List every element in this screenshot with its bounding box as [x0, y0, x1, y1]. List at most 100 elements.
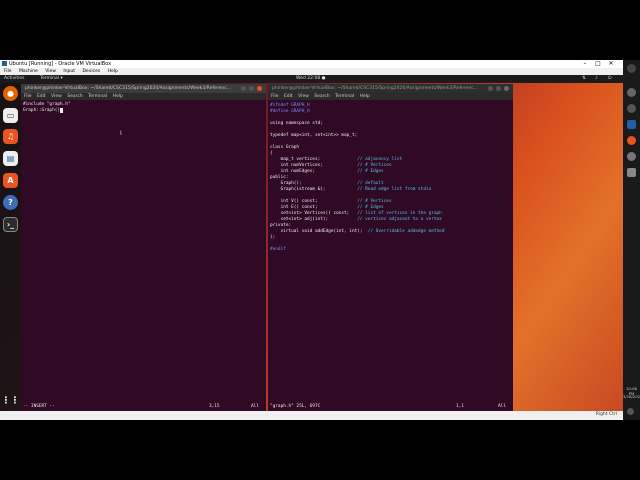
- search-icon[interactable]: [627, 88, 636, 97]
- power-icon[interactable]: ⏻: [608, 75, 612, 83]
- left-terminal-minimize-icon[interactable]: [241, 86, 246, 91]
- left-terminal-titlebar[interactable]: phinker@phinker-VirtualBox: ~/Shared/CSC…: [21, 84, 266, 93]
- right-menu-file[interactable]: File: [271, 94, 279, 99]
- code-comment: // # Edges: [357, 205, 384, 210]
- vbox-menu-machine[interactable]: Machine: [19, 69, 38, 74]
- right-terminal-close-icon[interactable]: [504, 86, 509, 91]
- code-comment: // # Vertices: [357, 199, 392, 204]
- libreoffice-writer-icon[interactable]: ▤: [3, 151, 18, 166]
- right-editor-buffer[interactable]: #ifndef GRAPH_H #define GRAPH_H using nam…: [270, 103, 444, 253]
- code-text: set<int> Vertices() const;: [270, 211, 358, 216]
- code-text: int E() const;: [270, 205, 358, 210]
- right-vim-cursor-position: 1,1: [456, 404, 464, 409]
- text-cursor: [60, 108, 63, 113]
- code-text: #endif: [270, 247, 286, 252]
- code-text: };: [270, 235, 276, 240]
- vbox-menu-view[interactable]: View: [45, 69, 56, 74]
- right-menu-terminal[interactable]: Terminal: [335, 94, 354, 99]
- code-text: {: [270, 151, 273, 156]
- task-view-icon[interactable]: [627, 104, 636, 113]
- activities-button[interactable]: Activities: [4, 75, 25, 83]
- mouse-cursor-icon: I: [120, 130, 122, 137]
- maximize-icon[interactable]: □: [593, 60, 603, 68]
- ubuntu-dock: ● ▭ ♫ ▤ A ? ›_ ⋮⋮: [0, 83, 21, 411]
- code-text: Graph();: [270, 181, 358, 186]
- left-menu-search[interactable]: Search: [67, 94, 82, 99]
- chrome-taskbar-icon[interactable]: [627, 136, 636, 145]
- code-text: public:: [270, 175, 289, 180]
- windows-start-icon[interactable]: [627, 64, 636, 73]
- explorer-taskbar-icon[interactable]: [627, 168, 636, 177]
- vbox-menu-input[interactable]: Input: [63, 69, 75, 74]
- code-text: Graph(istream &);: [270, 187, 358, 192]
- right-menu-view[interactable]: View: [298, 94, 309, 99]
- code-text: typedef map<int, set<int>> map_t;: [270, 133, 358, 138]
- left-terminal-title: phinker@phinker-VirtualBox: ~/Shared/CSC…: [25, 86, 231, 91]
- help-icon[interactable]: ?: [3, 195, 18, 210]
- code-comment: // vertices adjacent to a vertex: [357, 217, 442, 222]
- code-text: class Graph: [270, 145, 300, 150]
- left-menu-view[interactable]: View: [51, 94, 62, 99]
- close-icon[interactable]: ✕: [606, 60, 616, 68]
- left-menu-terminal[interactable]: Terminal: [88, 94, 107, 99]
- app-menu-terminal[interactable]: Terminal ▾: [40, 75, 63, 83]
- code-comment: // # Edges: [357, 169, 384, 174]
- vbox-menu-help[interactable]: Help: [108, 69, 118, 74]
- code-comment: // # Vertices: [357, 163, 392, 168]
- right-terminal-minimize-icon[interactable]: [488, 86, 493, 91]
- left-vim-scroll-status: All: [251, 404, 259, 409]
- code-text: #ifndef GRAPH_H: [270, 103, 310, 108]
- code-comment: // Read edge list from stdin: [357, 187, 432, 192]
- code-comment: // default: [357, 181, 384, 186]
- firefox-icon[interactable]: ●: [3, 86, 18, 101]
- files-icon[interactable]: ▭: [3, 108, 18, 123]
- vbox-statusbar: Right Ctrl: [0, 411, 623, 420]
- minimize-icon[interactable]: –: [580, 60, 590, 68]
- code-text: int V() const;: [270, 199, 358, 204]
- right-vim-scroll-status: All: [498, 404, 506, 409]
- left-terminal-menubar: File Edit View Search Terminal Help: [21, 93, 266, 100]
- left-terminal-close-icon[interactable]: [257, 86, 262, 91]
- right-terminal-title: phinker@phinker-VirtualBox: ~/Shared/CSC…: [272, 86, 478, 91]
- right-menu-search[interactable]: Search: [314, 94, 329, 99]
- left-menu-file[interactable]: File: [24, 94, 32, 99]
- editor-line-text: Graph::Graph(): [23, 108, 61, 113]
- vbox-titlebar: Ubuntu [Running] - Oracle VM VirtualBox …: [0, 60, 623, 68]
- code-line: Graph(istream &); // Read edge list from…: [270, 187, 444, 193]
- code-text: int numVertices;: [270, 163, 358, 168]
- rhythmbox-icon[interactable]: ♫: [3, 129, 18, 144]
- left-vim-cursor-position: 3,15: [209, 404, 220, 409]
- code-comment: // Overridable addedge method: [367, 229, 445, 234]
- virtualbox-icon: [2, 61, 7, 66]
- left-terminal-window[interactable]: phinker@phinker-VirtualBox: ~/Shared/CSC…: [21, 84, 266, 411]
- ubuntu-software-icon[interactable]: A: [3, 173, 18, 188]
- virtualbox-taskbar-icon[interactable]: [627, 120, 636, 129]
- right-terminal-maximize-icon[interactable]: [496, 86, 501, 91]
- right-terminal-menubar: File Edit View Search Terminal Help: [268, 93, 513, 100]
- show-applications-icon[interactable]: ⋮⋮: [2, 393, 20, 408]
- notification-icon[interactable]: [627, 408, 634, 415]
- vbox-menu-devices[interactable]: Devices: [82, 69, 100, 74]
- vbox-menubar: File Machine View Input Devices Help: [0, 68, 623, 75]
- right-vim-file-info: "graph.h" 25L, 697C: [270, 404, 321, 409]
- right-terminal-window[interactable]: phinker@phinker-VirtualBox: ~/Shared/CSC…: [268, 84, 513, 411]
- left-terminal-maximize-icon[interactable]: [249, 86, 254, 91]
- right-menu-edit[interactable]: Edit: [284, 94, 293, 99]
- host-tray-strip: 10:08 PM 3/18/2020: [623, 60, 640, 420]
- left-menu-help[interactable]: Help: [113, 94, 123, 99]
- app-taskbar-icon[interactable]: [627, 152, 636, 161]
- vbox-window-title: Ubuntu [Running] - Oracle VM VirtualBox: [9, 61, 112, 67]
- code-text: private:: [270, 223, 292, 228]
- left-editor-buffer[interactable]: #include "graph.h" Graph::Graph(): [23, 102, 71, 114]
- volume-icon[interactable]: ♪: [595, 75, 598, 83]
- right-terminal-titlebar[interactable]: phinker@phinker-VirtualBox: ~/Shared/CSC…: [268, 84, 513, 93]
- left-menu-edit[interactable]: Edit: [37, 94, 46, 99]
- code-text: virtual void addEdge(int, int);: [270, 229, 368, 234]
- right-menu-help[interactable]: Help: [360, 94, 370, 99]
- terminal-icon[interactable]: ›_: [3, 217, 18, 232]
- vbox-menu-file[interactable]: File: [4, 69, 12, 74]
- code-comment: // adjacency list: [357, 157, 403, 162]
- code-text: set<int> adj(int);: [270, 217, 358, 222]
- panel-clock[interactable]: Wed 22:08 ●: [296, 75, 326, 83]
- network-icon[interactable]: ⇅: [582, 75, 586, 83]
